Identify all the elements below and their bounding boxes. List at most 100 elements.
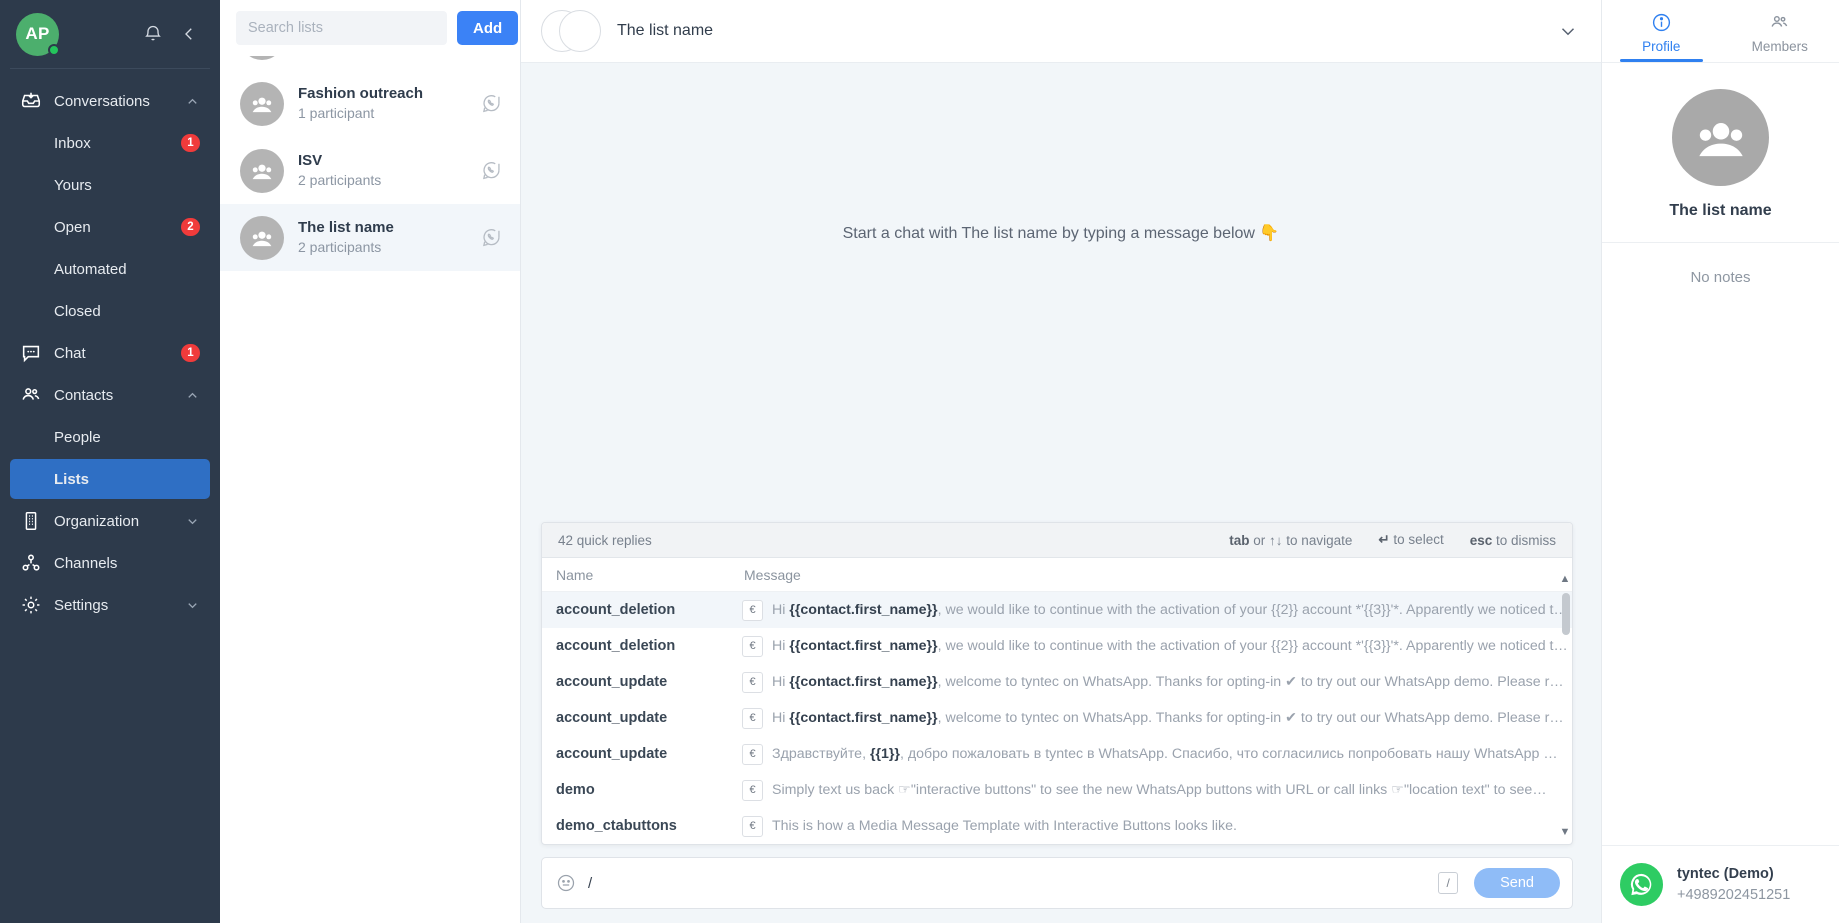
whatsapp-outline-icon — [481, 227, 502, 248]
send-button[interactable]: Send — [1474, 868, 1560, 898]
sidebar-item-yours[interactable]: Yours — [10, 165, 210, 205]
avatar-ring-front — [559, 10, 601, 52]
empty-state-hint: Start a chat with The list name by typin… — [842, 225, 1280, 242]
sidebar-group-label: Conversations — [54, 92, 150, 110]
tab-profile[interactable]: Profile — [1602, 0, 1721, 62]
hint-select: ↵ to select — [1378, 532, 1443, 548]
quick-reply-row[interactable]: account_update € Здравствуйте, {{1}}, до… — [542, 736, 1572, 772]
sidebar-nav: Conversations Inbox 1 Yours Open 2 Autom… — [0, 79, 220, 923]
list-item-partial[interactable] — [220, 56, 520, 70]
emoji-smiley-icon[interactable] — [556, 873, 576, 893]
hint-text-select: to select — [1389, 532, 1444, 547]
lists-scroll-area[interactable]: Fashion outreach 1 participant ISV 2 par… — [220, 56, 520, 923]
main-sidebar: AP Conversations Inbox 1 Yours Open 2 Au… — [0, 0, 220, 923]
quick-reply-name: account_update — [556, 710, 668, 726]
sidebar-item-automated[interactable]: Automated — [10, 249, 210, 289]
sidebar-item-label: People — [54, 428, 101, 446]
quick-reply-row[interactable]: demo_ctabuttons € This is how a Media Me… — [542, 808, 1572, 844]
sidebar-item-label: Open — [54, 218, 91, 236]
quick-reply-row[interactable]: account_deletion € Hi {{contact.first_na… — [542, 592, 1572, 628]
sidebar-group-label: Contacts — [54, 386, 114, 404]
bell-icon[interactable] — [140, 21, 166, 47]
quick-replies-hints: tab or ↑↓ to navigate ↵ to select esc to… — [1229, 532, 1556, 548]
quick-replies-popover: 42 quick replies tab or ↑↓ to navigate ↵… — [541, 522, 1573, 845]
user-avatar[interactable]: AP — [16, 12, 60, 56]
sidebar-group-settings[interactable]: Settings — [10, 585, 210, 625]
quick-reply-name: account_deletion — [556, 602, 676, 618]
sidebar-item-label: Closed — [54, 302, 101, 320]
sidebar-group-label: Channels — [54, 554, 118, 572]
quick-replies-scrollbar[interactable] — [1562, 593, 1570, 820]
channel-number: +4989202451251 — [1677, 886, 1791, 903]
details-tabs: Profile Members — [1602, 0, 1839, 63]
currency-flag-icon: € — [742, 671, 763, 693]
list-item-selected[interactable]: The list name 2 participants — [220, 204, 520, 271]
quick-reply-text: Здравствуйте, {{1}}, добро пожаловать в … — [772, 746, 1558, 762]
scroll-up-icon[interactable]: ▲ — [1558, 571, 1572, 587]
group-avatar-icon — [240, 56, 284, 60]
group-avatar-icon — [240, 148, 284, 193]
sidebar-item-closed[interactable]: Closed — [10, 291, 210, 331]
scrollbar-thumb[interactable] — [1562, 593, 1570, 635]
sidebar-group-label: Chat — [54, 344, 86, 362]
list-item-subtitle: 1 participant — [298, 104, 375, 121]
hint-key-enter: ↵ — [1378, 532, 1390, 547]
quick-reply-message: € Simply text us back ☞"interactive butt… — [742, 779, 1572, 801]
channel-info[interactable]: tyntec (Demo) +4989202451251 — [1602, 845, 1839, 923]
hint-text-dismiss: to dismiss — [1492, 532, 1556, 548]
sidebar-group-conversations[interactable]: Conversations — [10, 81, 210, 121]
gear-icon — [20, 594, 46, 616]
quick-replies-table: Name Message account_deletion € Hi {{con… — [542, 558, 1572, 844]
add-list-button[interactable]: Add — [457, 11, 519, 45]
currency-flag-icon: € — [742, 815, 763, 837]
hint-dismiss: esc to dismiss — [1470, 533, 1556, 548]
sidebar-group-chat[interactable]: Chat 1 — [10, 333, 210, 373]
quick-reply-message: € Hi {{contact.first_name}}, we would li… — [742, 599, 1572, 621]
quick-reply-row[interactable]: account_update € Hi {{contact.first_name… — [542, 664, 1572, 700]
sidebar-group-organization[interactable]: Organization — [10, 501, 210, 541]
group-avatar-icon — [1672, 89, 1769, 186]
sidebar-divider — [10, 68, 210, 69]
column-header-message: Message — [744, 567, 801, 583]
quick-reply-row[interactable]: account_deletion € Hi {{contact.first_na… — [542, 628, 1572, 664]
chevron-down-icon[interactable] — [185, 514, 200, 529]
channel-meta: tyntec (Demo) +4989202451251 — [1677, 864, 1790, 905]
sidebar-group-contacts[interactable]: Contacts — [10, 375, 210, 415]
quick-reply-text: Hi {{contact.first_name}}, welcome to ty… — [772, 710, 1564, 726]
message-composer: / Send — [541, 857, 1573, 909]
sidebar-item-inbox[interactable]: Inbox 1 — [10, 123, 210, 163]
hint-key-tab: tab — [1229, 532, 1250, 548]
status-badge: 2 — [181, 218, 200, 236]
sidebar-header: AP — [0, 0, 220, 68]
sidebar-group-label: Settings — [54, 596, 109, 614]
list-item[interactable]: ISV 2 participants — [220, 137, 520, 204]
quick-reply-row[interactable]: account_update € Hi {{contact.first_name… — [542, 700, 1572, 736]
chevron-left-icon[interactable] — [176, 21, 202, 47]
chevron-down-icon[interactable] — [185, 598, 200, 613]
scroll-down-icon[interactable]: ▼ — [1558, 824, 1572, 840]
profile-block: The list name — [1602, 63, 1839, 243]
chevron-up-icon[interactable] — [185, 388, 200, 403]
quick-reply-row[interactable]: demo € Simply text us back ☞"interactive… — [542, 772, 1572, 808]
search-input[interactable] — [236, 11, 447, 45]
presence-dot — [48, 43, 60, 56]
currency-flag-icon: € — [742, 743, 763, 765]
list-item[interactable]: Fashion outreach 1 participant — [220, 70, 520, 137]
sidebar-item-open[interactable]: Open 2 — [10, 207, 210, 247]
tab-members[interactable]: Members — [1721, 0, 1839, 62]
whatsapp-icon — [1620, 863, 1663, 906]
message-input[interactable] — [588, 874, 1427, 892]
sidebar-item-lists[interactable]: Lists — [10, 459, 210, 499]
list-item-meta: ISV 2 participants — [298, 151, 467, 191]
sidebar-item-people[interactable]: People — [10, 417, 210, 457]
chevron-down-icon[interactable] — [1557, 20, 1579, 42]
slash-command-icon[interactable]: / — [1438, 872, 1459, 894]
quick-reply-name: account_update — [556, 746, 668, 762]
whatsapp-outline-icon — [481, 160, 502, 181]
quick-reply-message: € Hi {{contact.first_name}}, welcome to … — [742, 671, 1572, 693]
chat-header: The list name — [521, 0, 1601, 63]
details-panel: Profile Members The list name No notes t… — [1601, 0, 1839, 923]
sidebar-group-channels[interactable]: Channels — [10, 543, 210, 583]
chevron-up-icon[interactable] — [185, 94, 200, 109]
chat-title: The list name — [617, 22, 714, 39]
